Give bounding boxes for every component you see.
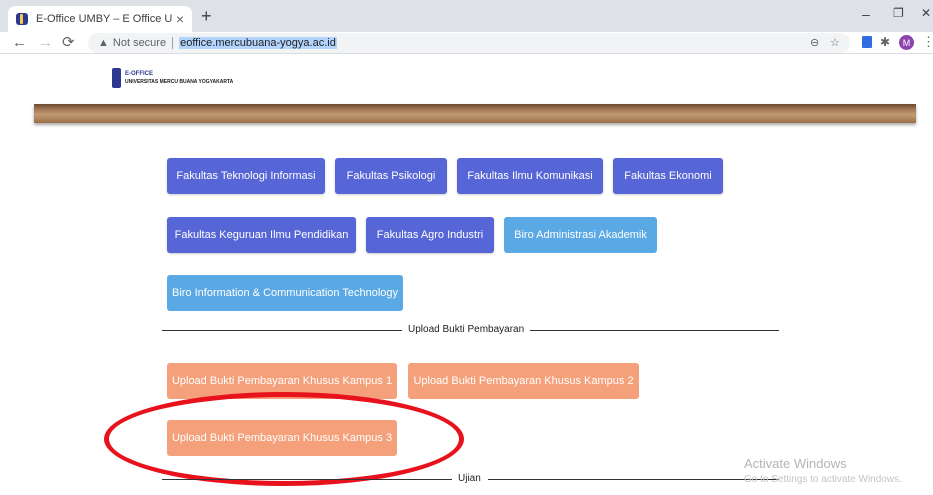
security-label[interactable]: Not secure: [113, 37, 166, 49]
button-fakultas-keguruan-ilmu-pendidikan[interactable]: Fakultas Keguruan Ilmu Pendidikan: [167, 217, 356, 253]
logo-subtitle: UNIVERSITAS MERCU BUANA YOGYAKARTA: [125, 79, 234, 85]
button-fakultas-ekonomi[interactable]: Fakultas Ekonomi: [613, 158, 723, 194]
zoom-icon[interactable]: ⊖: [810, 37, 819, 49]
divider-line-right: [530, 330, 779, 331]
divider-line-ujian-left: [162, 479, 452, 480]
section-title-ujian: Ujian: [458, 473, 481, 484]
address-bar[interactable]: ▲ Not secure eoffice.mercubuana-yogya.ac…: [88, 33, 850, 53]
back-icon[interactable]: ←: [12, 34, 27, 52]
browser-tab-bar: E-Office UMBY – E Office Univers × + – ❐…: [0, 0, 933, 32]
browser-toolbar: ← → ⟳ ▲ Not secure eoffice.mercubuana-yo…: [0, 32, 933, 54]
button-biro-administrasi-akademik[interactable]: Biro Administrasi Akademik: [504, 217, 657, 253]
button-fakultas-ilmu-komunikasi[interactable]: Fakultas Ilmu Komunikasi: [457, 158, 603, 194]
url-text[interactable]: eoffice.mercubuana-yogya.ac.id: [179, 37, 337, 49]
watermark-subtitle: Go to Settings to activate Windows.: [744, 474, 902, 485]
button-fakultas-agro-industri[interactable]: Fakultas Agro Industri: [366, 217, 494, 253]
close-tab-icon[interactable]: ×: [176, 12, 184, 26]
window-close-icon[interactable]: ✕: [921, 7, 931, 19]
restore-icon[interactable]: ❐: [893, 7, 904, 19]
activate-windows-watermark: Activate Windows Go to Settings to activ…: [744, 456, 902, 488]
profile-avatar[interactable]: M: [899, 35, 914, 50]
divider-line-ujian-right: [488, 479, 779, 480]
button-fakultas-psikologi[interactable]: Fakultas Psikologi: [335, 158, 447, 194]
divider-line-left: [162, 330, 402, 331]
button-fakultas-teknologi-informasi[interactable]: Fakultas Teknologi Informasi: [167, 158, 325, 194]
logo-mark-icon: [112, 68, 121, 88]
warning-triangle-icon: ▲: [98, 37, 109, 49]
forward-icon[interactable]: →: [38, 34, 53, 52]
puzzle-extensions-icon[interactable]: ✱: [880, 35, 890, 49]
button-biro-ict[interactable]: Biro Information & Communication Technol…: [167, 275, 403, 311]
logo-title: E-OFFICE: [125, 71, 153, 77]
header-banner: [34, 104, 916, 123]
extension-icon[interactable]: [862, 36, 872, 48]
tab-title: E-Office UMBY – E Office Univers: [36, 13, 172, 25]
new-tab-icon[interactable]: +: [201, 7, 212, 25]
minimize-icon[interactable]: –: [862, 7, 870, 21]
watermark-title: Activate Windows: [744, 456, 847, 471]
section-title-upload: Upload Bukti Pembayaran: [408, 324, 525, 335]
browser-tab[interactable]: E-Office UMBY – E Office Univers ×: [8, 6, 192, 32]
site-favicon-icon: [16, 13, 28, 25]
highlight-circle-annotation: [104, 392, 464, 486]
reload-icon[interactable]: ⟳: [62, 34, 75, 52]
bookmark-star-icon[interactable]: ☆: [830, 37, 840, 49]
browser-menu-icon[interactable]: ⋮: [922, 34, 933, 50]
omnibox-separator: [172, 37, 174, 49]
site-logo[interactable]: E-OFFICE UNIVERSITAS MERCU BUANA YOGYAKA…: [112, 68, 233, 88]
upload-kampus-2-button[interactable]: Upload Bukti Pembayaran Khusus Kampus 2: [408, 363, 639, 399]
